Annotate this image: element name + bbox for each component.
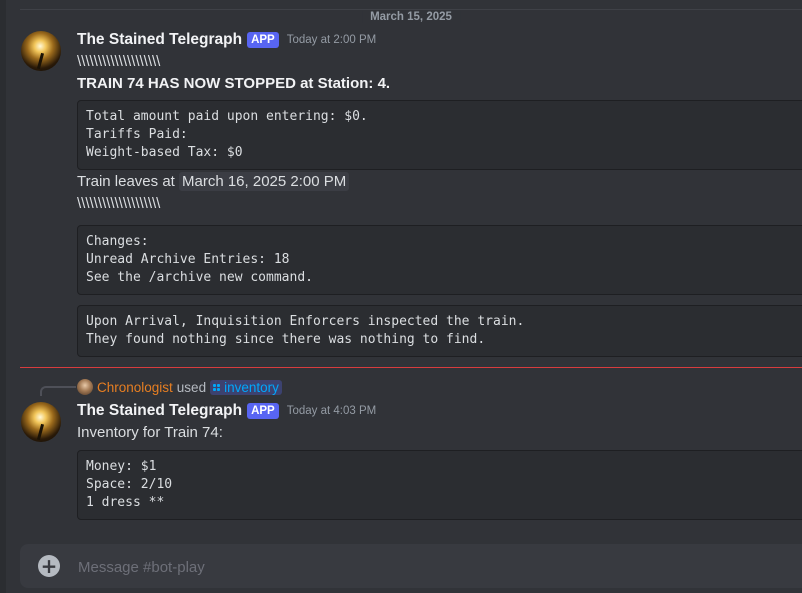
code-line: Weight-based Tax: $0 xyxy=(86,145,243,160)
plus-circle-icon[interactable]: + xyxy=(38,555,60,577)
code-block-inventory: Money: $1 Space: 2/10 1 dress ** xyxy=(77,450,802,520)
message-text: Inventory for Train 74: xyxy=(77,424,223,441)
code-line: Changes: xyxy=(86,234,149,249)
date-divider-label: March 15, 2025 xyxy=(362,11,460,23)
reply-used-text: used xyxy=(176,379,207,395)
departure-line: Train leaves at March 16, 2025 2:00 PM xyxy=(77,171,802,193)
reply-spine xyxy=(40,386,76,396)
message-header: The Stained Telegraph APP Today at 2:00 … xyxy=(77,29,802,51)
code-line: See the /archive new command. xyxy=(86,270,313,285)
separator-text: \\\\\\\\\\\\\\\\\\\\ xyxy=(77,195,161,212)
code-line: Total amount paid upon entering: $0. xyxy=(86,109,368,124)
code-line: Upon Arrival, Inquisition Enforcers insp… xyxy=(86,314,525,329)
code-block-inspection: Upon Arrival, Inquisition Enforcers insp… xyxy=(77,305,802,357)
message-timestamp[interactable]: Today at 4:03 PM xyxy=(287,405,377,417)
message-2: The Stained Telegraph APP Today at 4:03 … xyxy=(77,400,802,444)
code-line: They found nothing since there was nothi… xyxy=(86,332,486,347)
code-line: Space: 2/10 xyxy=(86,477,173,492)
bot-avatar[interactable] xyxy=(21,402,61,442)
code-line: Unread Archive Entries: 18 xyxy=(86,252,290,267)
app-badge: APP xyxy=(247,403,279,419)
server-list-edge xyxy=(0,0,6,593)
message-1: The Stained Telegraph APP Today at 2:00 … xyxy=(77,29,802,95)
slash-command-chip[interactable]: inventory xyxy=(210,379,282,395)
reply-username[interactable]: Chronologist xyxy=(97,380,173,395)
headline-text: TRAIN 74 HAS NOW STOPPED at Station: 4. xyxy=(77,75,391,92)
code-block-changes: Changes: Unread Archive Entries: 18 See … xyxy=(77,225,802,295)
code-block-payment: Total amount paid upon entering: $0. Tar… xyxy=(77,100,802,170)
bot-avatar[interactable] xyxy=(21,31,61,71)
author-name[interactable]: The Stained Telegraph xyxy=(77,31,242,49)
command-reply-context[interactable]: Chronologist used inventory xyxy=(77,378,282,396)
new-messages-divider xyxy=(20,367,802,368)
code-line: Tariffs Paid: xyxy=(86,127,188,142)
author-name[interactable]: The Stained Telegraph xyxy=(77,402,242,420)
code-line: Money: $1 xyxy=(86,459,157,474)
date-divider: March 15, 2025 xyxy=(20,9,802,23)
message-1-cont: Train leaves at March 16, 2025 2:00 PM \… xyxy=(77,171,802,215)
message-composer: + xyxy=(20,544,802,590)
user-mini-avatar[interactable] xyxy=(77,379,93,395)
code-line: 1 dress ** xyxy=(86,495,165,510)
message-timestamp[interactable]: Today at 2:00 PM xyxy=(287,34,377,46)
message-input[interactable] xyxy=(76,544,802,590)
departure-prefix: Train leaves at xyxy=(77,173,179,190)
slash-command-name: inventory xyxy=(224,379,279,395)
separator-text: \\\\\\\\\\\\\\\\\\\\ xyxy=(77,53,161,70)
departure-timestamp-chip[interactable]: March 16, 2025 2:00 PM xyxy=(179,172,350,191)
app-badge: APP xyxy=(247,32,279,48)
slash-command-icon xyxy=(213,383,221,391)
message-header: The Stained Telegraph APP Today at 4:03 … xyxy=(77,400,802,422)
